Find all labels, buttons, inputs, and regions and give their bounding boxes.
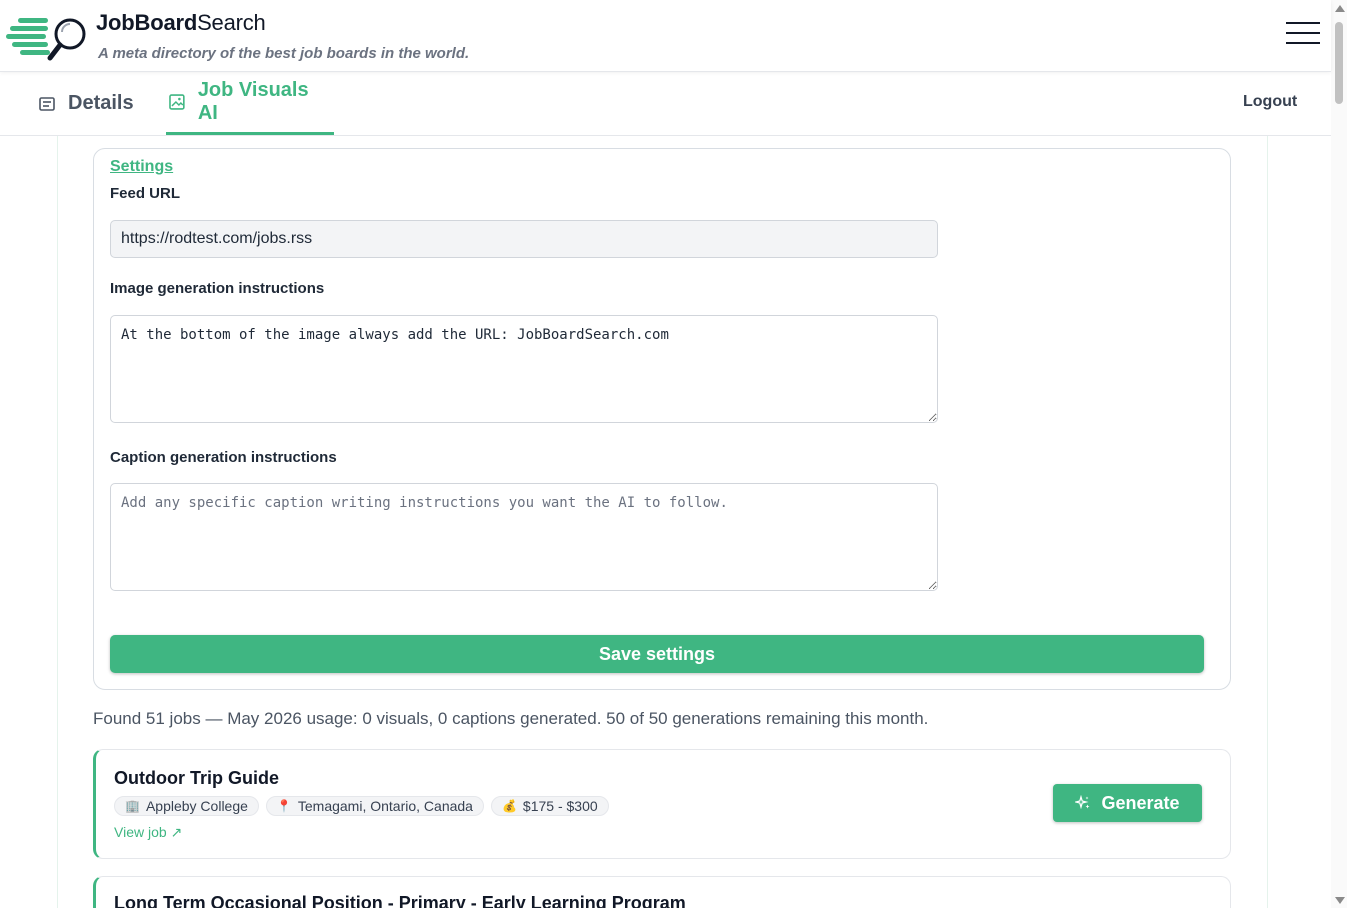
salary-range: $175 - $300 — [522, 798, 598, 814]
magnifier-speed-icon[interactable] — [4, 12, 90, 62]
feed-url-label: Feed URL — [110, 185, 181, 202]
job-meta-chips: 🏢 Appleby College 📍 Temagami, Ontario, C… — [114, 796, 609, 816]
settings-link[interactable]: Settings — [110, 158, 173, 176]
company-chip: 🏢 Appleby College — [114, 796, 259, 816]
hamburger-menu-icon[interactable] — [1286, 22, 1320, 48]
document-icon — [39, 96, 55, 111]
money-bag-icon: 💰 — [501, 799, 517, 813]
location-chip: 📍 Temagami, Ontario, Canada — [265, 796, 484, 816]
tab-details[interactable]: Details — [38, 72, 134, 135]
job-card: Outdoor Trip Guide 🏢 Appleby College 📍 T… — [93, 749, 1231, 859]
brand-tagline: A meta directory of the best job boards … — [98, 45, 470, 62]
tab-job-visuals-ai[interactable]: Job Visuals AI — [166, 72, 334, 135]
company-name: Appleby College — [145, 798, 248, 814]
job-title: Outdoor Trip Guide — [114, 768, 279, 788]
tab-details-label: Details — [68, 92, 134, 114]
tab-bar: Details Job Visuals AI — [0, 72, 1331, 136]
salary-chip: 💰 $175 - $300 — [490, 796, 609, 816]
building-icon: 🏢 — [125, 799, 140, 813]
logout-link[interactable]: Logout — [1243, 93, 1297, 111]
job-card: Long Term Occasional Position - Primary … — [93, 876, 1231, 908]
usage-summary: Found 51 jobs — May 2026 usage: 0 visual… — [93, 709, 929, 728]
location-name: Temagami, Ontario, Canada — [297, 798, 473, 814]
caption-instructions-label: Caption generation instructions — [110, 449, 337, 466]
caption-instructions-textarea[interactable] — [110, 483, 938, 591]
scroll-down-arrow-icon[interactable] — [1335, 897, 1345, 904]
feed-url-input[interactable] — [110, 220, 938, 258]
generate-button[interactable]: Generate — [1053, 784, 1202, 822]
view-job-link[interactable]: View job ↗ — [114, 824, 182, 841]
vertical-scrollbar[interactable] — [1331, 0, 1347, 908]
generate-label: Generate — [1101, 792, 1180, 813]
sparkle-icon — [1075, 795, 1090, 810]
app-header: JobBoardSearch A meta directory of the b… — [0, 0, 1331, 72]
image-icon — [169, 94, 185, 110]
image-instructions-label: Image generation instructions — [110, 280, 325, 297]
image-instructions-textarea[interactable]: At the bottom of the image always add th… — [110, 315, 938, 423]
scrollbar-thumb[interactable] — [1335, 22, 1343, 104]
brand-name[interactable]: JobBoardSearch — [96, 10, 266, 36]
scroll-up-arrow-icon[interactable] — [1335, 5, 1345, 12]
job-title: Long Term Occasional Position - Primary … — [114, 893, 686, 908]
tab-job-visuals-ai-label: Job Visuals AI — [197, 79, 309, 124]
save-settings-button[interactable]: Save settings — [110, 635, 1204, 673]
pin-icon: 📍 — [276, 799, 292, 813]
